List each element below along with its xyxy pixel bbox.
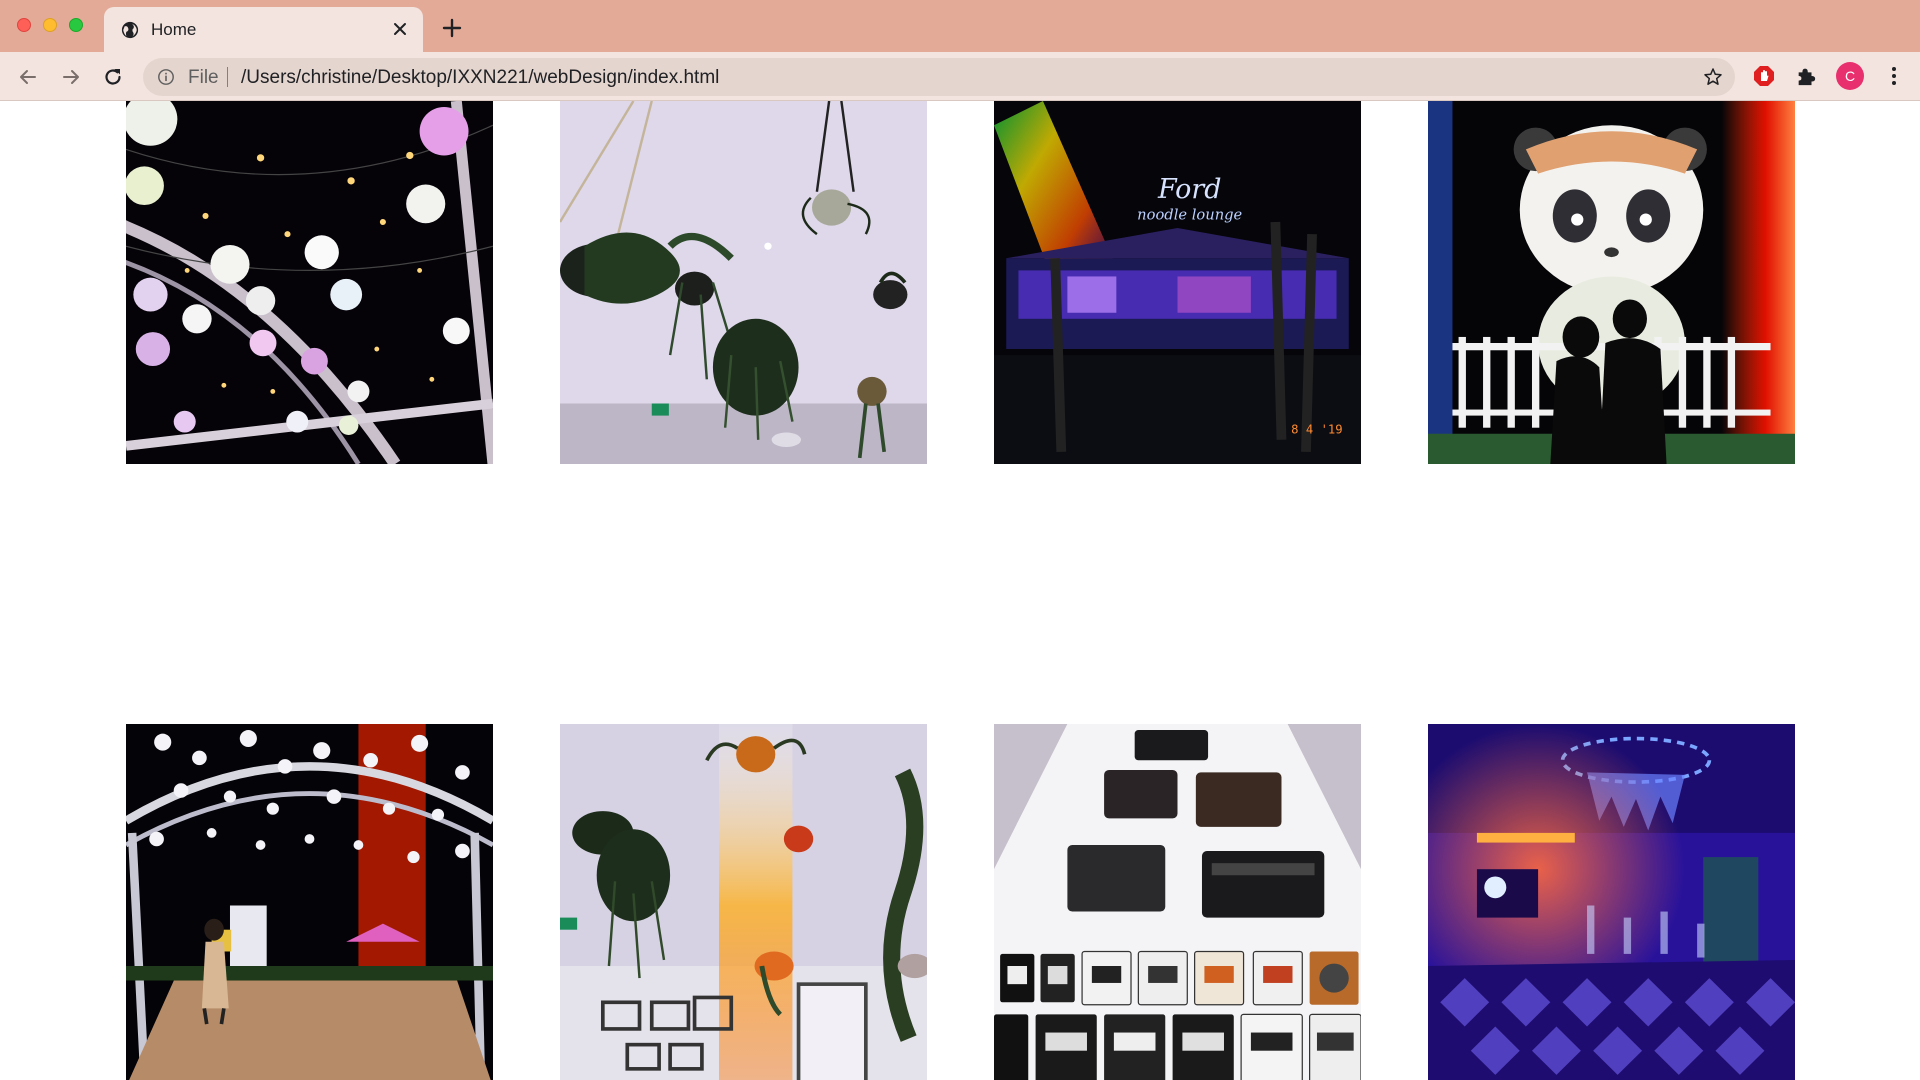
plants-light-leak-image <box>560 724 927 1080</box>
new-tab-button[interactable] <box>440 16 464 40</box>
browser-toolbar: File /Users/christine/Desktop/IXXN221/we… <box>0 52 1920 101</box>
gallery-photo-purple-room[interactable] <box>1428 724 1795 1080</box>
url-scheme-label: File <box>188 67 219 88</box>
hanging-plants-image <box>560 101 927 464</box>
back-arrow-icon[interactable] <box>15 64 41 90</box>
close-window-button[interactable] <box>17 18 31 32</box>
gallery-photo-cassettes[interactable] <box>994 724 1361 1080</box>
forward-arrow-icon[interactable] <box>58 64 84 90</box>
cassettes-image <box>994 724 1361 1080</box>
url-text[interactable]: /Users/christine/Desktop/IXXN221/webDesi… <box>241 67 719 89</box>
tab-title: Home <box>151 20 197 39</box>
svg-text:Ford: Ford <box>1157 174 1221 205</box>
puzzle-icon[interactable] <box>1795 65 1817 87</box>
gallery-photo-plants-light-leak[interactable] <box>560 724 927 1080</box>
neon-pavilion-image: Ford noodle lounge 8 4 '19 <box>994 101 1361 464</box>
gallery-photo-hanging-plants[interactable] <box>560 101 927 464</box>
panda-image <box>1428 101 1795 464</box>
lanterns-image <box>126 101 493 464</box>
kebab-menu-icon[interactable] <box>1882 64 1906 88</box>
star-icon[interactable] <box>1703 67 1723 87</box>
profile-avatar[interactable]: C <box>1836 62 1864 90</box>
maximize-window-button[interactable] <box>69 18 83 32</box>
svg-text:noodle lounge: noodle lounge <box>1137 207 1242 224</box>
purple-room-image <box>1428 724 1795 1080</box>
gallery-photo-neon-pavilion[interactable]: Ford noodle lounge 8 4 '19 <box>994 101 1361 464</box>
reload-icon[interactable] <box>100 64 126 90</box>
globe-icon <box>121 21 139 39</box>
minimize-window-button[interactable] <box>43 18 57 32</box>
browser-tab-home[interactable]: Home <box>104 7 423 52</box>
gallery-photo-panda[interactable] <box>1428 101 1795 464</box>
adblock-icon[interactable] <box>1752 64 1776 88</box>
date-stamp: 8 4 '19 <box>1291 423 1343 437</box>
lantern-archway-image <box>126 724 493 1080</box>
close-icon[interactable] <box>389 18 411 40</box>
info-icon[interactable] <box>157 68 175 86</box>
address-divider <box>227 67 228 87</box>
browser-tab-bar: Home <box>0 0 1920 52</box>
gallery-photo-lanterns[interactable] <box>126 101 493 464</box>
gallery-photo-lantern-archway[interactable] <box>126 724 493 1080</box>
address-bar[interactable]: File /Users/christine/Desktop/IXXN221/we… <box>143 58 1735 96</box>
page-viewport: Ford noodle lounge 8 4 '19 <box>0 101 1920 1080</box>
